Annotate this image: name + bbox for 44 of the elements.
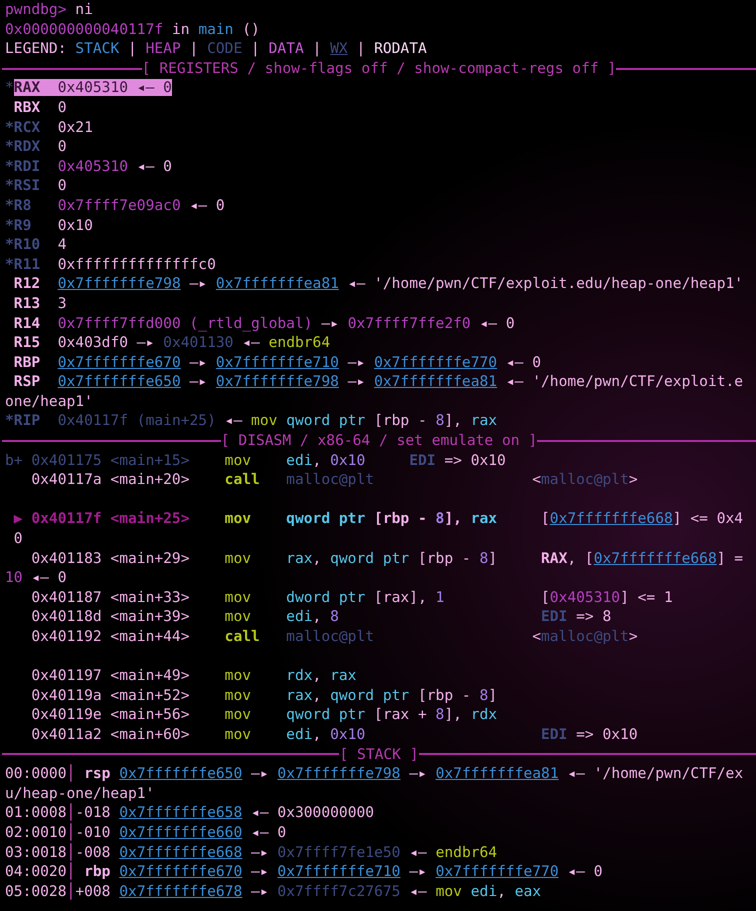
terminal-line: 0x401187 <main+33> mov dword ptr [rax], 1 [0x405310] <= 1 — [30, 588, 674, 608]
terminal-line: 10 ◂— 0 — [5, 568, 68, 588]
terminal-line: 0x401197 <main+49> mov rdx, rax — [30, 666, 358, 686]
terminal-line: pwndbg> ni — [5, 0, 94, 20]
terminal-line: 02:0010│-010 0x7fffffffe660 ◂— 0 — [5, 822, 288, 843]
section-title: [ REGISTERS / show-flags off / show-compact-regs off ] — [142, 58, 616, 78]
terminal-line: b+ 0x401175 <main+15> mov edi, 0x10 EDI => 0x10 — [5, 450, 507, 470]
terminal-line: 0x000000000040117f in main () — [5, 20, 261, 40]
terminal-line: 01:0008│-018 0x7fffffffe658 ◂— 0x300000000 — [5, 803, 376, 823]
terminal-line: 00:0000│ rsp 0x7fffffffe650 —▸ 0x7fffffffe798 —▸ 0x7fffffffea81 ◂— '/home/pwn/CTF/ex — [5, 764, 744, 784]
terminal-line: RBX 0 — [12, 98, 68, 118]
terminal-line: RSP 0x7fffffffe650 —▸ 0x7fffffffe798 —▸ 0x7fffffffea81 ◂— '/home/pwn/CTF/exploit.e — [12, 372, 744, 392]
terminal-line: *RAX 0x405310 ◂— 0 — [5, 78, 173, 98]
terminal-line: ▶ 0x40117f <main+25> mov qword ptr [rbp - 8], rax [0x7fffffffe668] <= 0x4 — [12, 509, 744, 530]
terminal-line: 03:0018│-008 0x7fffffffe668 —▸ 0x7ffff7fe1e50 ◂— endbr64 — [5, 842, 498, 862]
terminal-line: *R11 0xffffffffffffffc0 — [5, 254, 217, 274]
terminal-line: LEGEND: STACK | HEAP | CODE | DATA | WX | RODATA — [5, 39, 428, 59]
terminal-line: 04:0020│ rbp 0x7fffffffe670 —▸ 0x7fffffffe710 —▸ 0x7fffffffe770 ◂— 0 — [5, 862, 604, 882]
terminal-line: 0 — [12, 529, 24, 549]
terminal-line: RBP 0x7fffffffe670 —▸ 0x7fffffffe710 —▸ 0x7fffffffe770 ◂— 0 — [12, 352, 542, 372]
terminal-line: 0x40117a <main+20> call malloc@plt <malloc@plt> — [30, 470, 639, 490]
terminal-line: 0x40119a <main+52> mov rax, qword ptr [rbp - 8] — [30, 686, 498, 706]
terminal-line: 0x401192 <main+44> call malloc@plt <malloc@plt> — [30, 627, 639, 647]
terminal-line: 0x40119e <main+56> mov qword ptr [rax + 8], rdx — [30, 705, 498, 725]
terminal-line: *RCX 0x21 — [5, 118, 94, 138]
terminal-line: R14 0x7ffff7ffd000 (_rtld_global) —▸ 0x7ffff7ffe2f0 ◂— 0 — [12, 314, 516, 334]
terminal-line: 0x4011a2 <main+60> mov edi, 0x10 EDI => 0x10 — [30, 724, 639, 745]
terminal-line: one/heap1' — [5, 392, 94, 412]
terminal-line: *RDI 0x405310 ◂— 0 — [5, 156, 173, 176]
terminal-line: R15 0x403df0 —▸ 0x401130 ◂— endbr64 — [12, 333, 332, 353]
terminal-line: 0x40118d <main+39> mov edi, 8 EDI => 8 — [30, 607, 612, 627]
terminal-line: *R10 4 — [5, 235, 68, 255]
terminal-line: 05:0028│+008 0x7fffffffe678 —▸ 0x7ffff7c27675 ◂— mov edi, eax — [5, 882, 542, 902]
terminal-line: 0x401183 <main+29> mov rax, qword ptr [rbp - 8] RAX, [0x7fffffffe668] = — [30, 548, 744, 568]
terminal-line: *RIP 0x40117f (main+25) ◂— mov qword ptr [rbp - 8], rax — [5, 411, 498, 432]
terminal-line: *RSI 0 — [5, 176, 68, 196]
terminal-line: R12 0x7fffffffe798 —▸ 0x7fffffffea81 ◂— '/home/pwn/CTF/exploit.edu/heap-one/heap1' — [12, 274, 744, 294]
terminal-line: *R9 0x10 — [5, 216, 94, 236]
section-title: [ DISASM / x86-64 / set emulate on ] — [220, 431, 538, 451]
terminal-line: R13 3 — [12, 294, 68, 314]
terminal-line: *R8 0x7ffff7e09ac0 ◂— 0 — [5, 196, 226, 216]
terminal-line: *RDX 0 — [5, 137, 68, 157]
terminal-line: u/heap-one/heap1' — [5, 784, 156, 803]
section-title: [ STACK ] — [339, 744, 419, 764]
